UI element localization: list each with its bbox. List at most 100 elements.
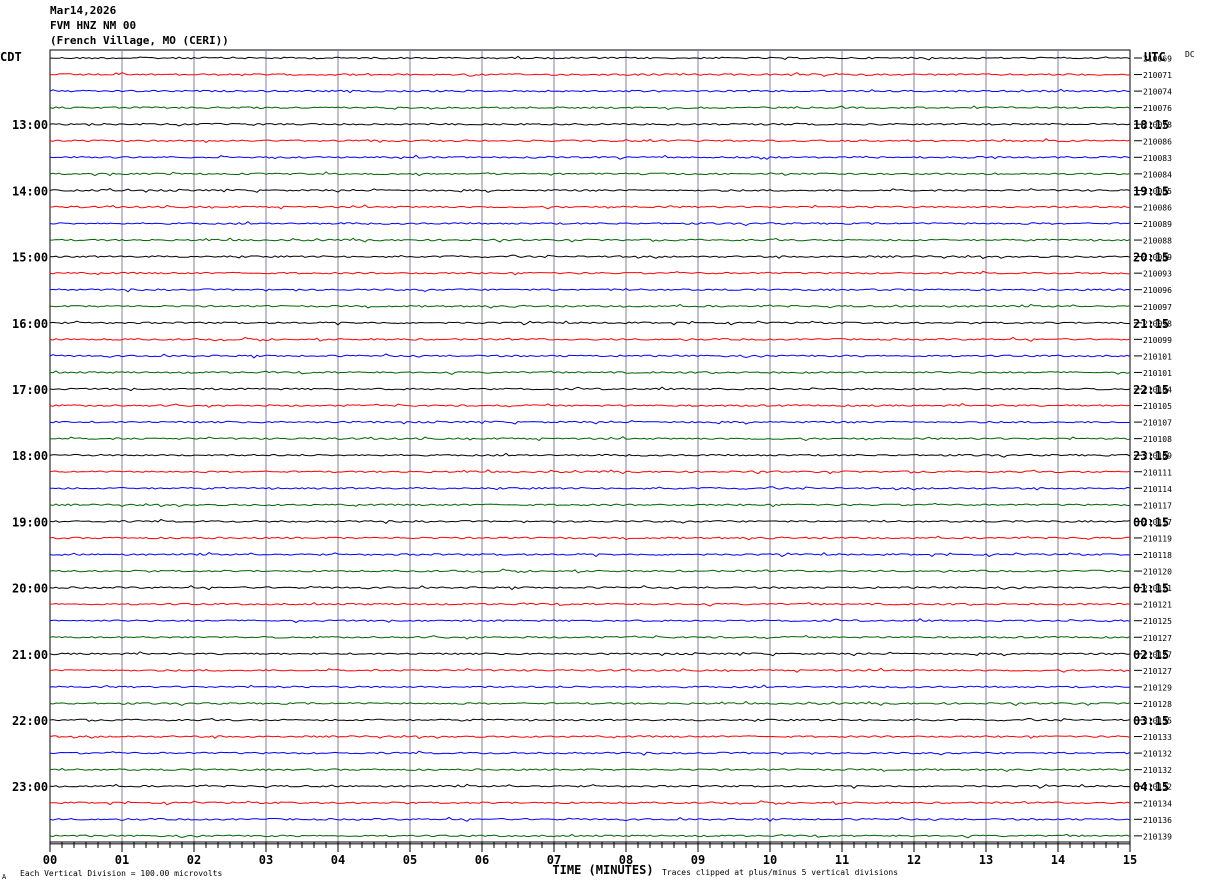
x-tick-label: 09	[691, 853, 705, 867]
utc-hour-label: 18:15	[1133, 118, 1169, 132]
trace-line	[49, 221, 1131, 227]
utc-hour-label: 03:15	[1133, 714, 1169, 728]
trace-line	[49, 288, 1131, 293]
dc-offset-label: 210136	[1143, 816, 1172, 825]
x-tick-label: 03	[259, 853, 273, 867]
x-tick-label: 05	[403, 853, 417, 867]
trace-line	[49, 370, 1131, 375]
clip-note: Traces clipped at plus/minus 5 vertical …	[662, 868, 898, 877]
dc-offset-label: 210111	[1143, 468, 1172, 477]
dc-offset-label: 210132	[1143, 766, 1172, 775]
dc-offset-label: 210101	[1143, 352, 1172, 361]
dc-offset-label: 210086	[1143, 203, 1172, 212]
x-tick-label: 13	[979, 853, 993, 867]
trace-line	[49, 734, 1131, 739]
dc-offset-label: 210089	[1143, 220, 1172, 229]
utc-hour-label: 22:15	[1133, 383, 1169, 397]
dc-offset-label: 210133	[1143, 733, 1172, 742]
corner-mark: A	[2, 873, 7, 881]
dc-offset-label: 210114	[1143, 485, 1172, 494]
utc-hour-label: 00:15	[1133, 515, 1169, 529]
trace-line	[49, 303, 1131, 309]
dc-offset-label: 210118	[1143, 551, 1172, 560]
trace-line	[49, 717, 1131, 722]
x-tick-label: 06	[475, 853, 489, 867]
trace-line	[49, 452, 1131, 458]
dc-offset-label: 210084	[1143, 170, 1172, 179]
dc-offset-label: 210086	[1143, 137, 1172, 146]
cdt-hour-label: 21:00	[12, 648, 48, 662]
cdt-label: CDT	[0, 50, 22, 64]
cdt-hour-label: 23:00	[12, 780, 48, 794]
cdt-hour-label: 18:00	[12, 449, 48, 463]
utc-label: UTC	[1144, 50, 1166, 64]
trace-line	[49, 700, 1131, 706]
trace-line	[49, 88, 1131, 94]
dc-offset-label: 210132	[1143, 750, 1172, 759]
dc-offset-label: 210117	[1143, 501, 1172, 510]
trace-line	[49, 635, 1131, 640]
dc-offset-label: 210083	[1143, 154, 1172, 163]
dc-offset-label: 210139	[1143, 832, 1172, 841]
trace-line	[49, 535, 1131, 541]
x-tick-label: 04	[331, 853, 345, 867]
trace-line	[49, 55, 1131, 61]
trace-line	[49, 270, 1131, 276]
dc-offset-label: 210121	[1143, 601, 1172, 610]
utc-hour-label: 04:15	[1133, 780, 1169, 794]
x-tick-label: 15	[1123, 853, 1137, 867]
x-tick-label: 00	[43, 853, 57, 867]
dc-offset-label: 210120	[1143, 568, 1172, 577]
x-tick-label: 10	[763, 853, 777, 867]
trace-line	[49, 651, 1131, 657]
dc-offset-label: 210125	[1143, 617, 1172, 626]
dc-offset-label: 210134	[1143, 799, 1172, 808]
trace-line	[50, 486, 1131, 491]
trace-line	[49, 436, 1131, 442]
trace-line	[49, 667, 1131, 673]
trace-line	[49, 552, 1131, 558]
trace-line	[49, 602, 1131, 607]
trace-line	[49, 816, 1131, 822]
dc-offset-label: 210105	[1143, 402, 1172, 411]
cdt-hour-label: 13:00	[12, 118, 48, 132]
trace-line	[49, 502, 1131, 508]
cdt-hour-label: 15:00	[12, 251, 48, 265]
utc-hour-label: 02:15	[1133, 648, 1169, 662]
trace-line	[49, 420, 1131, 425]
trace-line	[49, 767, 1131, 772]
trace-line	[49, 403, 1131, 408]
trace-line	[49, 320, 1130, 326]
dc-offset-label: 210127	[1143, 667, 1172, 676]
trace-line	[49, 154, 1131, 160]
dc-header: DC	[1185, 50, 1195, 59]
trace-line	[49, 204, 1131, 210]
trace-line	[49, 237, 1131, 243]
trace-line	[49, 171, 1131, 177]
trace-line	[49, 750, 1131, 756]
plot-frame	[49, 49, 1131, 845]
dc-offset-label: 210076	[1143, 104, 1172, 113]
x-tick-label: 02	[187, 853, 201, 867]
dc-offset-label: 210107	[1143, 419, 1172, 428]
trace-line	[49, 469, 1131, 475]
utc-hour-label: 21:15	[1133, 317, 1169, 331]
trace-line	[49, 122, 1131, 127]
x-tick-label: 14	[1051, 853, 1065, 867]
dc-offset-label: 210119	[1143, 534, 1172, 543]
cdt-hour-label: 20:00	[12, 582, 48, 596]
utc-hour-label: 01:15	[1133, 582, 1169, 596]
dc-offset-label: 210108	[1143, 435, 1172, 444]
cdt-hour-label: 17:00	[12, 383, 48, 397]
dc-offset-label: 210097	[1143, 303, 1172, 312]
trace-line	[49, 188, 1131, 193]
x-axis-title: TIME (MINUTES)	[552, 863, 653, 877]
x-tick-label: 12	[907, 853, 921, 867]
trace-line	[49, 783, 1131, 789]
cdt-hour-label: 22:00	[12, 714, 48, 728]
trace-line	[49, 568, 1131, 574]
dc-offset-label: 210088	[1143, 237, 1172, 246]
dc-offset-label: 210071	[1143, 71, 1172, 80]
dc-offset-label: 210093	[1143, 270, 1172, 279]
trace-line	[49, 684, 1131, 689]
